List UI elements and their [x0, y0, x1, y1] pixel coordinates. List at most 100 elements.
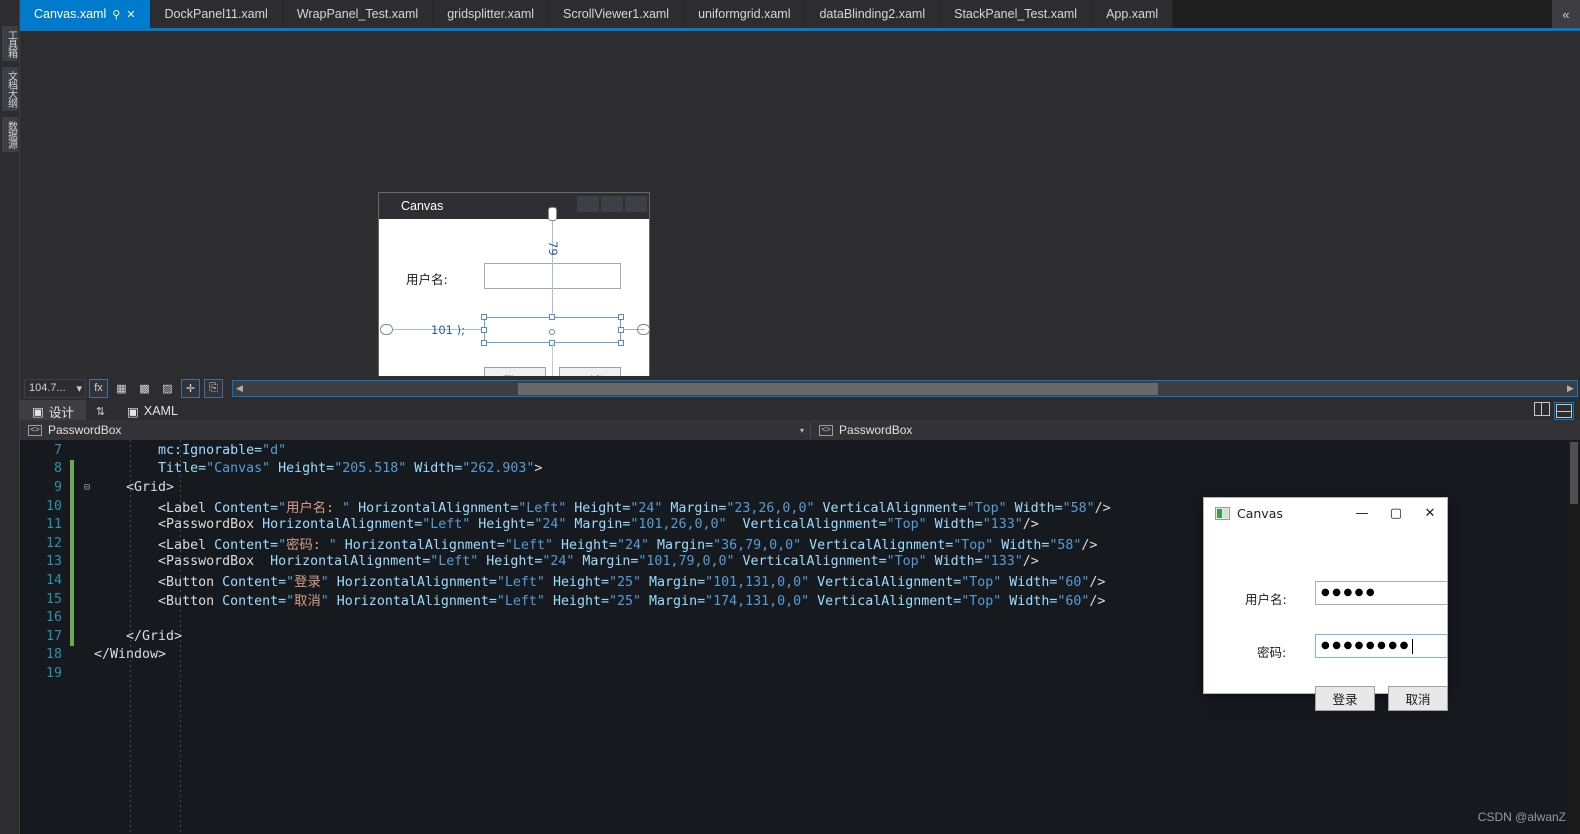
- code-line[interactable]: 10 <Label Content="用户名: " HorizontalAlig…: [20, 496, 1580, 516]
- designer-close-icon: [625, 196, 647, 212]
- change-indicator: [70, 571, 74, 590]
- line-number: 10: [45, 498, 62, 514]
- split-horizontal-icon[interactable]: [1556, 404, 1572, 418]
- change-indicator: [70, 496, 74, 516]
- tab-xaml-view[interactable]: ▣ XAML: [115, 400, 190, 422]
- resize-handle-ne[interactable]: [618, 314, 624, 320]
- designer-cancel-button[interactable]: 取消: [559, 367, 621, 376]
- sidebar-item-document-outline[interactable]: 文档大纲: [1, 67, 18, 111]
- line-number: 17: [45, 628, 62, 644]
- sidebar-item-data-sources[interactable]: 数据源: [1, 117, 18, 152]
- xaml-code-editor[interactable]: 7 mc:Ignorable="d" 8 Title="Canvas" Heigh…: [20, 440, 1580, 834]
- code-line[interactable]: 8 Title="Canvas" Height="205.518" Width=…: [20, 459, 1580, 479]
- code-line[interactable]: 13 <PasswordBox HorizontalAlignment="Lef…: [20, 552, 1580, 572]
- code-line[interactable]: 18 </Window>: [20, 646, 1580, 665]
- margin-anchor-top-icon[interactable]: [548, 207, 557, 221]
- effects-fx-icon[interactable]: fx: [89, 378, 108, 398]
- code-text: <Label Content="用户名: " HorizontalAlignme…: [158, 500, 1111, 516]
- tab-design-view[interactable]: ▣ 设计: [20, 400, 86, 422]
- tab-overflow-chevron-icon[interactable]: «: [1552, 0, 1580, 28]
- nav-right-value: PasswordBox: [839, 423, 913, 437]
- align-icon[interactable]: ✛: [181, 378, 200, 398]
- tab-app-xaml[interactable]: App.xaml: [1092, 0, 1174, 28]
- resize-handle-n[interactable]: [549, 314, 555, 320]
- designer-maximize-icon: [601, 196, 623, 212]
- margin-anchor-right-icon[interactable]: [637, 324, 650, 335]
- margin-anchor-left-icon[interactable]: [380, 324, 393, 335]
- design-view-icon: ▣: [32, 404, 44, 419]
- snap-grid-icon[interactable]: ▨: [158, 379, 177, 398]
- designer-surface[interactable]: Canvas 用户名: 79 101);: [20, 31, 1580, 376]
- view-tab-bar: ▣ 设计 ⇅ ▣ XAML: [20, 400, 1580, 422]
- tab-label: WrapPanel_Test.xaml: [296, 7, 419, 21]
- resize-handle-nw[interactable]: [481, 314, 487, 320]
- close-icon[interactable]: ✕: [126, 8, 135, 21]
- designer-horizontal-scrollbar[interactable]: ◀ ▶: [232, 379, 1578, 397]
- line-number: 11: [45, 517, 62, 533]
- tab-datablinding2-xaml[interactable]: dataBlinding2.xaml: [805, 0, 941, 28]
- line-number: 12: [45, 535, 62, 551]
- tab-label: uniformgrid.xaml: [698, 7, 791, 21]
- code-text: <Label Content="密码: " HorizontalAlignmen…: [158, 537, 1098, 553]
- tab-wrappanel-test-xaml[interactable]: WrapPanel_Test.xaml: [282, 0, 434, 28]
- code-lines-container[interactable]: 7 mc:Ignorable="d" 8 Title="Canvas" Heigh…: [20, 440, 1580, 683]
- sidebar-item-toolbox[interactable]: 工具箱: [1, 26, 18, 61]
- tab-stackpanel-test-xaml[interactable]: StackPanel_Test.xaml: [940, 0, 1093, 28]
- line-number: 9: [53, 479, 62, 495]
- nav-left-dropdown[interactable]: <> PasswordBox: [20, 420, 800, 440]
- code-line[interactable]: 12 <Label Content="密码: " HorizontalAlign…: [20, 533, 1580, 553]
- designer-window-buttons: [577, 193, 649, 219]
- pin-icon[interactable]: ⚲: [112, 8, 120, 21]
- split-vertical-icon[interactable]: [1534, 402, 1550, 416]
- visual-studio-window: 工具箱 文档大纲 数据源 Canvas.xaml ⚲ ✕ DockPanel11…: [0, 0, 1580, 834]
- line-number: 15: [45, 591, 62, 607]
- scroll-right-icon[interactable]: ▶: [1564, 383, 1577, 394]
- tab-gridsplitter-xaml[interactable]: gridsplitter.xaml: [433, 0, 550, 28]
- scrollbar-thumb[interactable]: [518, 382, 1158, 395]
- code-line[interactable]: 14 <Button Content="登录" HorizontalAlignm…: [20, 571, 1580, 590]
- designer-preview-window[interactable]: Canvas 用户名: 79 101);: [378, 192, 650, 376]
- fold-toggle-icon[interactable]: ⊟: [80, 482, 94, 493]
- change-indicator: [70, 646, 74, 665]
- resize-handle-w[interactable]: [481, 327, 487, 333]
- app-cancel-button[interactable]: 取消: [1388, 686, 1448, 711]
- tab-label: StackPanel_Test.xaml: [954, 7, 1078, 21]
- watermark: CSDN @alwanZ: [1477, 810, 1566, 824]
- code-line[interactable]: 11 <PasswordBox HorizontalAlignment="Lef…: [20, 515, 1580, 534]
- save-layout-icon[interactable]: ⎘: [204, 378, 223, 398]
- grid-small-icon[interactable]: ▩: [135, 379, 154, 398]
- element-icon: <>: [28, 424, 42, 436]
- designer-login-button[interactable]: 登录: [484, 367, 546, 376]
- zoom-level-value: 104.7...: [29, 382, 66, 394]
- change-indicator: [70, 459, 74, 479]
- nav-right-dropdown[interactable]: <> PasswordBox: [811, 420, 1580, 440]
- chevron-down-icon[interactable]: ▾: [76, 382, 82, 395]
- code-text: <Grid>: [126, 479, 175, 495]
- code-line[interactable]: 16: [20, 608, 1580, 627]
- split-horizontal-selected[interactable]: [1554, 402, 1574, 420]
- tab-strip-filler: [1173, 0, 1552, 28]
- tab-scrollviewer1-xaml[interactable]: ScrollViewer1.xaml: [549, 0, 685, 28]
- designer-window-titlebar: Canvas: [379, 193, 649, 219]
- chevron-down-icon[interactable]: ▾: [800, 426, 804, 435]
- xaml-view-icon: ▣: [127, 404, 139, 419]
- code-line[interactable]: 17 </Grid>: [20, 626, 1580, 646]
- tab-label: ScrollViewer1.xaml: [563, 7, 670, 21]
- swap-panes-icon[interactable]: ⇅: [86, 405, 115, 418]
- tab-canvas-xaml[interactable]: Canvas.xaml ⚲ ✕: [20, 0, 151, 28]
- scroll-left-icon[interactable]: ◀: [233, 383, 246, 394]
- code-line[interactable]: 19: [20, 664, 1580, 683]
- resize-handle-sw[interactable]: [481, 340, 487, 346]
- tab-design-label: 设计: [48, 405, 74, 420]
- grid-large-icon[interactable]: ▦: [112, 379, 131, 398]
- change-indicator: [70, 478, 74, 497]
- code-line[interactable]: 7 mc:Ignorable="d": [20, 441, 1580, 460]
- app-login-button[interactable]: 登录: [1315, 686, 1375, 711]
- tab-dockpanel11-xaml[interactable]: DockPanel11.xaml: [150, 0, 283, 28]
- code-line[interactable]: 15 <Button Content="取消" HorizontalAlignm…: [20, 589, 1580, 609]
- code-line[interactable]: 9 ⊟ <Grid>: [20, 478, 1580, 497]
- zoom-level-combobox[interactable]: 104.7... ▾: [24, 378, 86, 398]
- resize-handle-se[interactable]: [618, 340, 624, 346]
- resize-handle-e[interactable]: [618, 327, 624, 333]
- tab-uniformgrid-xaml[interactable]: uniformgrid.xaml: [684, 0, 806, 28]
